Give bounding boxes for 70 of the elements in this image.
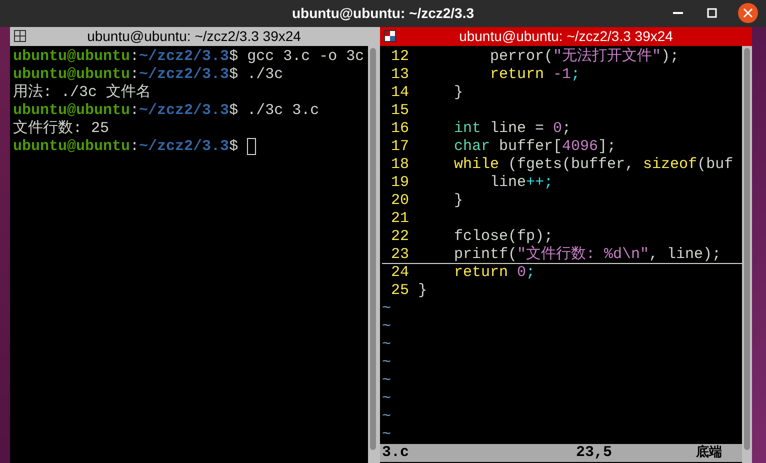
line-number: 16 bbox=[390, 120, 410, 138]
line-number: 25 bbox=[390, 282, 410, 300]
code-line: line++; bbox=[489, 174, 554, 192]
line-number: 14 bbox=[390, 84, 410, 102]
prompt-separator: : bbox=[130, 66, 140, 84]
code-line: perror("无法打开文件"); bbox=[489, 48, 680, 66]
line-number: 15 bbox=[390, 102, 410, 120]
prompt-separator: : bbox=[130, 138, 140, 156]
pane-title: ubuntu@ubuntu: ~/zcz2/3.3 39x24 bbox=[459, 27, 673, 46]
line-number: 18 bbox=[390, 156, 410, 174]
empty-line-marker: ~ bbox=[382, 300, 392, 317]
output-text: 文件行数: 25 bbox=[13, 120, 110, 138]
code-line: while (fgets(buffer, sizeof(buf bbox=[453, 156, 734, 174]
code-line: } bbox=[453, 84, 464, 102]
code-line: char buffer[4096]; bbox=[453, 138, 616, 156]
code-line: return -1; bbox=[489, 66, 580, 84]
pane-title: ubuntu@ubuntu: ~/zcz2/3.3 39x24 bbox=[87, 27, 301, 46]
prompt-user: ubuntu@ubuntu bbox=[13, 138, 130, 156]
code-line: } bbox=[418, 282, 428, 300]
line-number: 12 bbox=[390, 48, 410, 66]
maximize-icon bbox=[707, 8, 717, 18]
file-name: 3.c bbox=[382, 444, 410, 462]
output-text: 用法: ./3c 文件名 bbox=[13, 84, 152, 102]
prompt-symbol: $ bbox=[229, 138, 238, 156]
prompt-user: ubuntu@ubuntu bbox=[13, 48, 130, 66]
code-line: return 0; bbox=[453, 264, 536, 282]
empty-line-marker: ~ bbox=[382, 336, 392, 353]
prompt-symbol: $ bbox=[229, 66, 238, 84]
command-text: ./3c bbox=[246, 66, 284, 84]
empty-line-marker: ~ bbox=[382, 372, 392, 389]
code-line: printf("文件行数: %d\n", line); bbox=[453, 246, 722, 263]
grid-icon[interactable] bbox=[384, 30, 396, 42]
line-number: 22 bbox=[390, 228, 410, 246]
minimize-icon bbox=[673, 12, 683, 14]
empty-line-marker: ~ bbox=[382, 354, 392, 371]
prompt-path: ~/zcz2/3.3 bbox=[139, 138, 230, 156]
code-line: } bbox=[453, 192, 464, 210]
cursor-position: 23,5 bbox=[576, 444, 614, 462]
line-number: 20 bbox=[390, 192, 410, 210]
prompt-separator: : bbox=[130, 102, 140, 120]
scroll-position: 底端 bbox=[696, 444, 722, 462]
prompt-user: ubuntu@ubuntu bbox=[13, 66, 130, 84]
line-number: 13 bbox=[390, 66, 410, 84]
prompt-user: ubuntu@ubuntu bbox=[13, 102, 130, 120]
close-button[interactable] bbox=[738, 3, 758, 23]
empty-line-marker: ~ bbox=[382, 408, 392, 425]
pane-title-bar[interactable]: ubuntu@ubuntu: ~/zcz2/3.3 39x24 bbox=[380, 27, 752, 46]
code-line: fclose(fp); bbox=[453, 228, 554, 246]
prompt-path: ~/zcz2/3.3 bbox=[139, 48, 230, 66]
prompt-path: ~/zcz2/3.3 bbox=[139, 102, 230, 120]
prompt-symbol: $ bbox=[229, 102, 238, 120]
line-number: 21 bbox=[390, 210, 410, 228]
command-text: gcc 3.c -o 3c bbox=[246, 48, 364, 66]
scrollbar-thumb[interactable] bbox=[744, 48, 750, 450]
prompt-separator: : bbox=[130, 48, 140, 66]
command-text: ./3c 3.c bbox=[246, 102, 320, 120]
empty-line-marker: ~ bbox=[382, 426, 392, 443]
line-number: 24 bbox=[390, 264, 410, 282]
empty-line-marker: ~ bbox=[382, 318, 392, 335]
code-line: int line = 0; bbox=[453, 120, 572, 138]
close-icon bbox=[743, 8, 753, 18]
grid-icon[interactable] bbox=[14, 30, 26, 42]
line-number: 19 bbox=[390, 174, 410, 192]
line-number: 23 bbox=[390, 246, 410, 263]
prompt-symbol: $ bbox=[229, 48, 238, 66]
window-title: ubuntu@ubuntu: ~/zcz2/3.3 bbox=[292, 4, 474, 23]
line-number: 17 bbox=[390, 138, 410, 156]
scrollbar-thumb[interactable] bbox=[370, 48, 376, 450]
prompt-path: ~/zcz2/3.3 bbox=[139, 66, 230, 84]
empty-line-marker: ~ bbox=[382, 390, 392, 407]
